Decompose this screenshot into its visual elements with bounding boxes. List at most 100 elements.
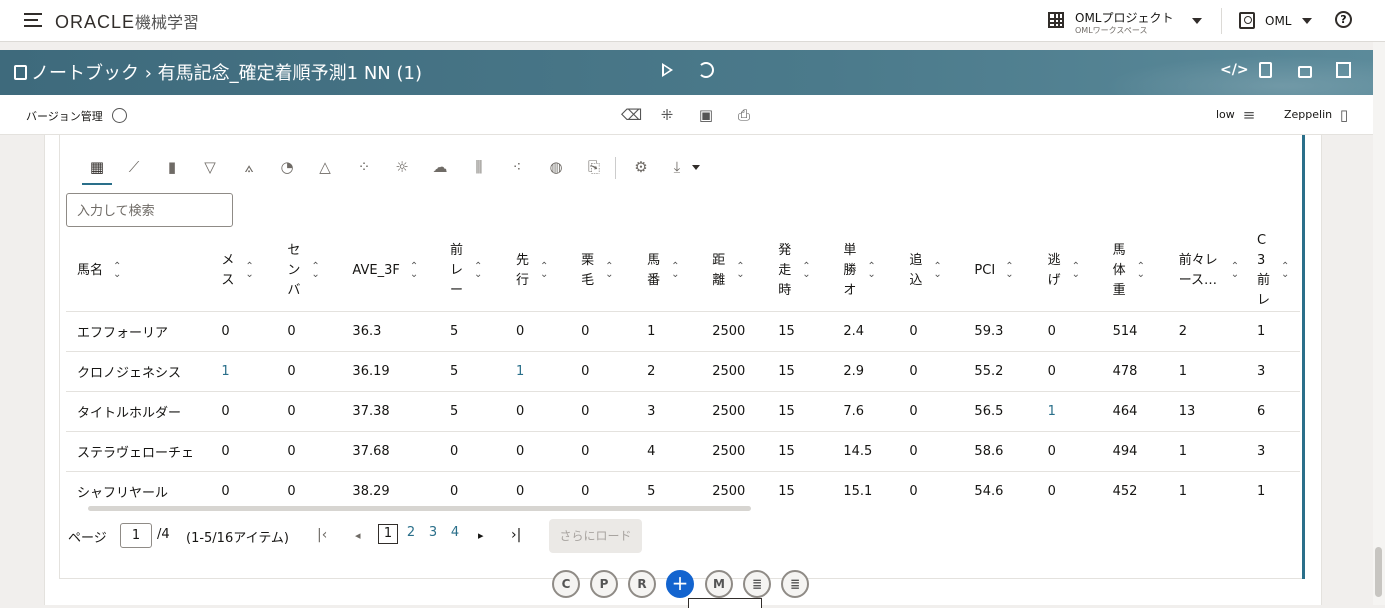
sort-icon[interactable]: ⌃ ⌄ — [736, 262, 744, 280]
page-4[interactable]: 4 — [445, 524, 465, 544]
refresh-icon[interactable] — [698, 62, 714, 78]
bar-chart-icon[interactable]: ▮ — [157, 153, 187, 181]
first-page-icon[interactable]: |‹ — [317, 527, 327, 543]
sort-icon[interactable]: ⌃ ⌄ — [671, 262, 679, 280]
column-header[interactable]: C3前レ ⌃ ⌄ — [1245, 231, 1300, 312]
interpreter-settings-icon[interactable]: ≡ — [1241, 107, 1257, 123]
sort-icon[interactable]: ⌃ ⌄ — [1231, 262, 1239, 280]
run-all-icon[interactable] — [662, 63, 673, 77]
column-header[interactable]: 距離 ⌃ ⌄ — [701, 231, 768, 312]
python-icon[interactable]: P — [590, 570, 618, 598]
pyramid-chart-icon[interactable]: △ — [310, 153, 340, 181]
last-page-icon[interactable]: ›| — [511, 527, 521, 543]
chevron-down-icon[interactable] — [692, 165, 700, 170]
sort-icon[interactable]: ⌃ ⌄ — [1137, 262, 1145, 280]
line-chart-icon[interactable]: ⟋ — [119, 153, 149, 181]
next-page-icon[interactable]: ▸ — [478, 529, 484, 542]
vertical-scrollbar[interactable] — [1373, 42, 1385, 605]
pie-chart-icon[interactable]: ◔ — [272, 153, 302, 181]
table-cell: 36.19 — [341, 351, 439, 392]
column-header[interactable]: 発走時 ⌃ ⌄ — [767, 231, 833, 312]
unlink-icon[interactable]: ⁜ — [659, 107, 675, 123]
scrollbar-thumb[interactable] — [1375, 547, 1382, 597]
cloud-icon[interactable]: ☁ — [425, 153, 455, 181]
sql-icon[interactable]: C — [552, 570, 580, 598]
sort-icon[interactable]: ⌃ ⌄ — [540, 262, 548, 280]
settings-sliders-icon[interactable]: ⚙ — [626, 153, 656, 181]
clone-notebook-icon[interactable]: ▣ — [698, 107, 714, 123]
table-cell: 6 — [1245, 391, 1300, 432]
page-2[interactable]: 2 — [401, 524, 421, 544]
custom-chart-icon[interactable]: ⎘ — [579, 153, 609, 181]
notebook-icon — [14, 65, 27, 80]
sort-icon[interactable]: ⌃ ⌄ — [1281, 262, 1289, 280]
search-input[interactable] — [66, 193, 233, 227]
scrollbar-thumb[interactable] — [88, 506, 751, 511]
book-icon[interactable]: ▯ — [1336, 107, 1352, 123]
boxplot-icon[interactable]: ⫼ — [464, 153, 494, 181]
mode-label[interactable]: Zeppelin — [1284, 108, 1332, 121]
column-header[interactable]: センバ ⌃ ⌄ — [276, 231, 342, 312]
scatter-plot-icon[interactable]: ⁖ — [502, 153, 532, 181]
project-selector[interactable]: OMLプロジェクト OMLワークスペース — [1048, 8, 1208, 36]
eraser-icon[interactable]: ⌫ — [621, 107, 642, 123]
unlock-icon[interactable] — [1298, 66, 1312, 78]
interpreter-label[interactable]: low — [1216, 108, 1235, 121]
oracle-ml-logo[interactable]: ORACLE機械学習 — [55, 9, 199, 33]
sunburst-icon[interactable]: ☼ — [387, 153, 417, 181]
column-header[interactable]: 単勝オ ⌃ ⌄ — [832, 231, 899, 312]
column-header[interactable]: 追込 ⌃ ⌄ — [898, 231, 964, 312]
database-icon[interactable]: ≣ — [781, 570, 809, 598]
page-3[interactable]: 3 — [423, 524, 443, 544]
sort-icon[interactable]: ⌃ ⌄ — [802, 262, 810, 280]
version-control-label[interactable]: バージョン管理 — [26, 108, 103, 124]
funnel-chart-icon[interactable]: ▽ — [195, 153, 225, 181]
column-header[interactable]: 馬番 ⌃ ⌄ — [636, 231, 702, 312]
sort-icon[interactable]: ⌃ ⌄ — [867, 262, 875, 280]
hamburger-menu-icon[interactable] — [24, 13, 42, 27]
column-header[interactable]: PCI ⌃ ⌄ — [963, 231, 1037, 312]
markdown-icon[interactable]: M — [705, 570, 733, 598]
column-header[interactable]: 逃げ ⌃ ⌄ — [1036, 231, 1102, 312]
column-header[interactable]: メス ⌃ ⌄ — [210, 231, 277, 312]
horizontal-scrollbar[interactable] — [88, 505, 1293, 513]
table-cell: 1 — [505, 351, 571, 392]
sort-icon[interactable]: ⌃ ⌄ — [245, 262, 253, 280]
add-paragraph-icon[interactable]: + — [666, 570, 694, 598]
sort-icon[interactable]: ⌃ ⌄ — [474, 262, 482, 280]
r-icon[interactable]: R — [628, 570, 656, 598]
sort-icon[interactable]: ⌃ ⌄ — [1072, 262, 1080, 280]
column-header-label: PCI — [974, 263, 996, 278]
script-icon[interactable]: ≣ — [743, 570, 771, 598]
column-header[interactable]: 前々レース… ⌃ ⌄ — [1167, 231, 1246, 312]
table-view-icon[interactable]: ▦ — [82, 153, 112, 185]
prev-page-icon[interactable]: ◂ — [355, 529, 361, 542]
page-1[interactable]: 1 — [378, 524, 398, 544]
code-view-icon[interactable]: </> — [1220, 62, 1249, 78]
print-icon[interactable]: ⎙ — [736, 107, 752, 123]
split-view-icon[interactable] — [1336, 62, 1351, 78]
sort-icon[interactable]: ⌃ ⌄ — [410, 262, 418, 280]
scatter-dots-icon[interactable]: ⁘ — [349, 153, 379, 181]
sort-icon[interactable]: ⌃ ⌄ — [311, 262, 319, 280]
sort-icon[interactable]: ⌃ ⌄ — [113, 262, 121, 280]
document-icon[interactable] — [1259, 62, 1272, 78]
column-header[interactable]: 馬名 ⌃ ⌄ — [66, 231, 211, 312]
column-header[interactable]: AVE_3F ⌃ ⌄ — [341, 231, 439, 312]
column-header[interactable]: 馬体重 ⌃ ⌄ — [1101, 231, 1168, 312]
column-header[interactable]: 前レー ⌃ ⌄ — [438, 231, 506, 312]
sort-icon[interactable]: ⌃ ⌄ — [605, 262, 613, 280]
page-input[interactable]: 1 — [120, 523, 152, 548]
globe-icon[interactable]: ◍ — [541, 153, 571, 181]
download-icon[interactable]: ⤓ — [662, 153, 692, 181]
sort-icon[interactable]: ⌃ ⌄ — [1005, 262, 1013, 280]
load-more-button[interactable]: さらにロード — [549, 519, 642, 553]
history-icon[interactable] — [112, 108, 127, 123]
breadcrumb-notebooks[interactable]: ノートブック — [31, 63, 139, 84]
help-icon[interactable]: ? — [1335, 11, 1352, 28]
column-header[interactable]: 先行 ⌃ ⌄ — [505, 231, 571, 312]
area-chart-icon[interactable]: ⟑ — [234, 153, 264, 181]
table-cell: 1 — [1036, 391, 1102, 432]
sort-icon[interactable]: ⌃ ⌄ — [933, 262, 941, 280]
column-header[interactable]: 栗毛 ⌃ ⌄ — [570, 231, 637, 312]
